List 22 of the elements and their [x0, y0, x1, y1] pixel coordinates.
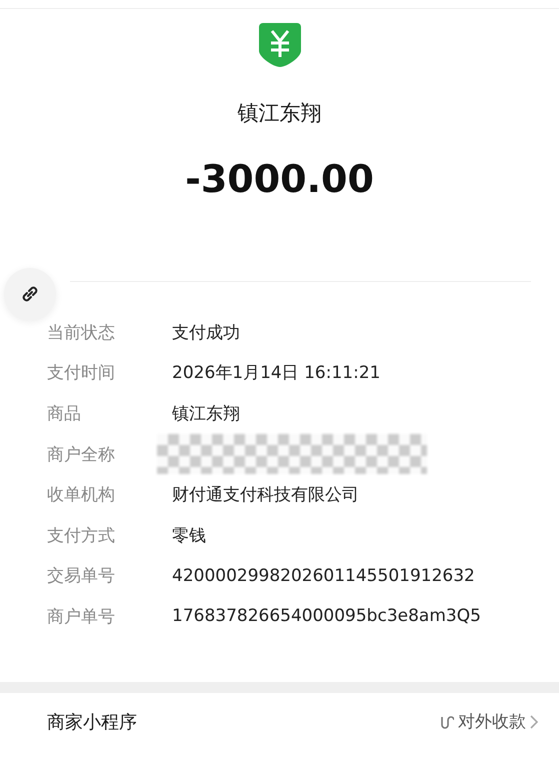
- mini-program-label: 商家小程序: [47, 710, 137, 734]
- detail-value: 176837826654000095bc3e8am3Q5: [172, 606, 481, 626]
- detail-value: 财付通支付科技有限公司: [172, 484, 359, 506]
- mini-program-icon: [438, 714, 454, 730]
- detail-value: 零钱: [172, 524, 206, 547]
- detail-label: 商品: [47, 402, 82, 425]
- collect-link[interactable]: 对外收款: [438, 710, 539, 734]
- yuan-shield-icon: [256, 21, 302, 69]
- detail-label: 交易单号: [47, 565, 116, 588]
- detail-label: 支付方式: [47, 524, 116, 547]
- detail-label: 商户单号: [47, 606, 116, 628]
- detail-label: 商户全称: [47, 444, 116, 466]
- detail-value: 4200002998202601145501912632: [172, 566, 475, 586]
- chevron-icon: [530, 714, 539, 729]
- detail-label: 收单机构: [47, 484, 116, 506]
- detail-label: 当前状态: [47, 322, 116, 344]
- amount: -3000.00: [185, 157, 374, 201]
- payee-name: 镇江东翔: [238, 100, 322, 127]
- detail-value: 2026年1月14日 16:11:21: [172, 362, 380, 384]
- detail-value: 镇江东翔: [172, 402, 240, 425]
- detail-label: 支付时间: [47, 362, 116, 384]
- detail-value: 支付成功: [172, 322, 240, 344]
